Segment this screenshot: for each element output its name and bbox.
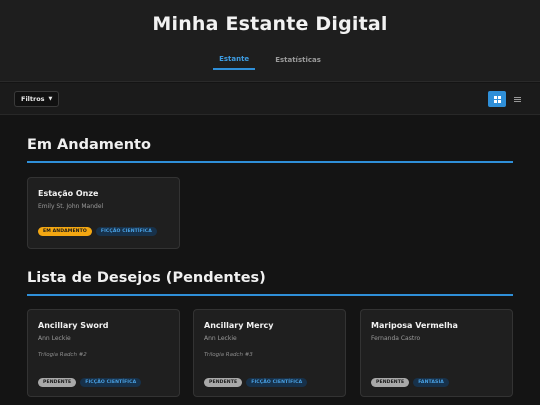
section-title-in-progress: Em Andamento [27,137,151,153]
book-card[interactable]: Ancillary Mercy Ann Leckie Trilogia Radc… [193,309,346,397]
book-series: Trilogia Radch #2 [38,352,87,358]
badges: EM ANDAMENTO FICÇÃO CIENTÍFICA [38,227,157,236]
section-divider [27,161,513,163]
section-title-wishlist: Lista de Desejos (Pendentes) [27,270,266,286]
genre-badge: FANTASIA [413,378,449,387]
filters-button[interactable]: Filtros ▼ [14,91,60,107]
status-badge: PENDENTE [38,378,77,387]
list-view-button[interactable] [508,91,526,107]
book-author: Ann Leckie [38,335,71,342]
book-author: Ann Leckie [204,335,237,342]
section-divider [27,294,513,296]
genre-badge: FICÇÃO CIENTÍFICA [95,227,157,236]
app-title: Minha Estante Digital [152,13,388,35]
main-tabs: Estante Estatísticas [0,52,540,70]
status-badge: PENDENTE [371,378,410,387]
book-title: Ancillary Sword [38,321,109,330]
list-icon [513,96,521,102]
badges: PENDENTE FANTASIA [371,378,449,387]
grid-icon [493,95,501,103]
book-card[interactable]: Estação Onze Emily St. John Mandel EM AN… [27,177,180,249]
view-toggle [488,91,526,107]
status-badge: PENDENTE [204,378,243,387]
book-title: Ancillary Mercy [204,321,274,330]
book-title: Estação Onze [38,189,99,198]
grid-view-button[interactable] [488,91,506,107]
book-title: Mariposa Vermelha [371,321,458,330]
genre-badge: FICÇÃO CIENTÍFICA [246,378,308,387]
genre-badge: FICÇÃO CIENTÍFICA [80,378,142,387]
filters-label: Filtros [21,95,45,103]
book-author: Fernanda Castro [371,335,421,342]
badges: PENDENTE FICÇÃO CIENTÍFICA [38,378,142,387]
caret-down-icon: ▼ [48,96,53,102]
toolbar: Filtros ▼ [0,83,540,115]
badges: PENDENTE FICÇÃO CIENTÍFICA [204,378,308,387]
tab-estatisticas[interactable]: Estatísticas [269,52,327,70]
book-card[interactable]: Ancillary Sword Ann Leckie Trilogia Radc… [27,309,180,397]
book-card[interactable]: Mariposa Vermelha Fernanda Castro PENDEN… [360,309,513,397]
book-series: Trilogia Radch #3 [204,352,253,358]
status-badge: EM ANDAMENTO [38,227,92,236]
tab-estante[interactable]: Estante [213,52,256,70]
book-author: Emily St. John Mandel [38,203,104,210]
app-header: Minha Estante Digital Estante Estatístic… [0,0,540,82]
